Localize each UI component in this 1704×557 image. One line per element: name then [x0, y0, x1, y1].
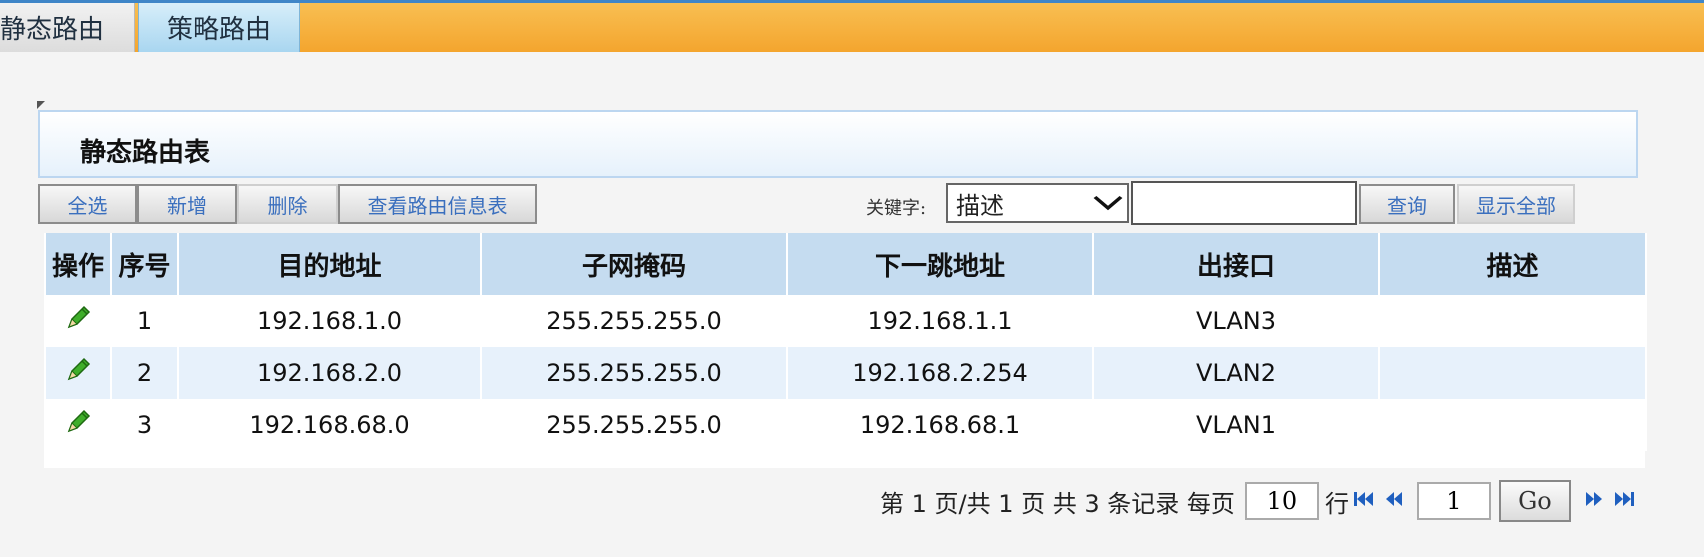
cell-destination: 192.168.2.0 — [177, 347, 482, 399]
table-row: 3 192.168.68.0 255.255.255.0 192.168.68.… — [44, 399, 1647, 451]
pagination: 第 1 页/共 1 页 共 3 条记录 每页 行 Go — [880, 480, 1639, 522]
delete-button[interactable]: 删除 — [237, 184, 338, 224]
cell-out-interface: VLAN2 — [1092, 347, 1380, 399]
cell-out-interface: VLAN1 — [1092, 399, 1380, 451]
cell-description — [1378, 295, 1647, 347]
show-all-button[interactable]: 显示全部 — [1457, 184, 1575, 224]
keyword-select[interactable]: 描述 — [946, 183, 1129, 223]
route-table: 操作 序号 目的地址 子网掩码 下一跳地址 出接口 描述 1 192.168.1… — [44, 233, 1647, 451]
cell-subnet-mask: 255.255.255.0 — [480, 399, 788, 451]
cell-subnet-mask: 255.255.255.0 — [480, 347, 788, 399]
pencil-icon[interactable] — [63, 303, 93, 339]
add-button[interactable]: 新增 — [137, 184, 237, 224]
page-size-input[interactable] — [1244, 482, 1319, 520]
tab-policy-route[interactable]: 策略路由 — [138, 3, 300, 52]
section-title: 静态路由表 — [80, 138, 211, 168]
header-out-interface: 出接口 — [1092, 233, 1380, 295]
header-description: 描述 — [1378, 233, 1647, 295]
cell-next-hop: 192.168.68.1 — [786, 399, 1094, 451]
select-all-button[interactable]: 全选 — [38, 184, 137, 224]
chevron-down-icon — [1091, 189, 1125, 222]
keyword-select-value: 描述 — [956, 191, 1004, 220]
cell-index: 3 — [110, 399, 179, 451]
table-row: 2 192.168.2.0 255.255.255.0 192.168.2.25… — [44, 347, 1647, 399]
table-row: 1 192.168.1.0 255.255.255.0 192.168.1.1 … — [44, 295, 1647, 347]
cell-destination: 192.168.1.0 — [177, 295, 482, 347]
last-page-icon[interactable] — [1613, 487, 1635, 515]
first-page-icon[interactable] — [1353, 487, 1375, 515]
next-page-icon[interactable] — [1583, 487, 1605, 515]
cell-next-hop: 192.168.2.254 — [786, 347, 1094, 399]
cell-subnet-mask: 255.255.255.0 — [480, 295, 788, 347]
cell-description — [1378, 399, 1647, 451]
pager-summary: 第 1 页/共 1 页 共 3 条记录 每页 — [880, 489, 1235, 518]
prev-page-icon[interactable] — [1383, 487, 1405, 515]
top-tab-bar: 静态路由 策略路由 — [0, 0, 1704, 52]
header-destination: 目的地址 — [177, 233, 482, 295]
header-index: 序号 — [110, 233, 179, 295]
cell-index: 2 — [110, 347, 179, 399]
query-button[interactable]: 查询 — [1359, 184, 1455, 224]
cell-description — [1378, 347, 1647, 399]
header-operation: 操作 — [44, 233, 112, 295]
keyword-label: 关键字: — [866, 198, 927, 219]
rows-unit-label: 行 — [1324, 489, 1349, 518]
keyword-input[interactable] — [1131, 181, 1357, 225]
pencil-icon[interactable] — [63, 355, 93, 391]
section-header: 静态路由表 — [38, 110, 1638, 178]
header-subnet-mask: 子网掩码 — [480, 233, 788, 295]
header-next-hop: 下一跳地址 — [786, 233, 1094, 295]
cell-out-interface: VLAN3 — [1092, 295, 1380, 347]
go-button[interactable]: Go — [1498, 480, 1571, 522]
table-header-row: 操作 序号 目的地址 子网掩码 下一跳地址 出接口 描述 — [44, 233, 1647, 295]
cell-next-hop: 192.168.1.1 — [786, 295, 1094, 347]
cell-index: 1 — [110, 295, 179, 347]
corner-mark — [37, 101, 45, 109]
page-number-input[interactable] — [1416, 482, 1491, 520]
cell-destination: 192.168.68.0 — [177, 399, 482, 451]
route-table-container: 操作 序号 目的地址 子网掩码 下一跳地址 出接口 描述 1 192.168.1… — [44, 233, 1647, 468]
tab-static-route[interactable]: 静态路由 — [0, 3, 135, 52]
pencil-icon[interactable] — [63, 407, 93, 443]
view-route-info-button[interactable]: 查看路由信息表 — [338, 184, 537, 224]
